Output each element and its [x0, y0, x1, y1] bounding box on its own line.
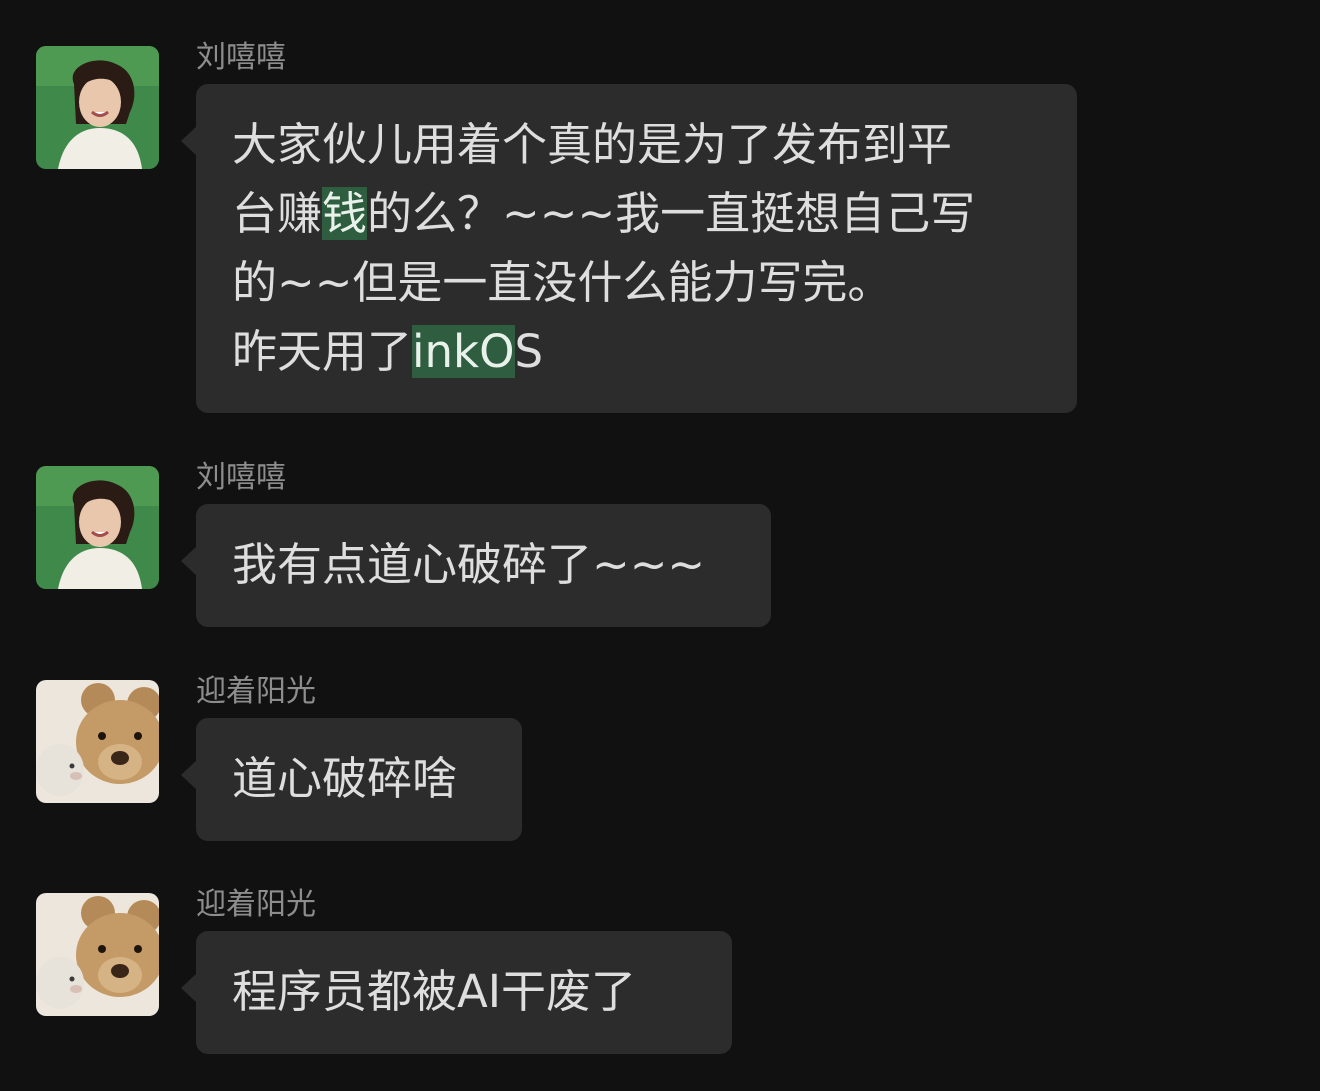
avatar-image: [36, 680, 159, 803]
message-line: 大家伙儿用着个真的是为了发布到平: [232, 110, 1041, 179]
message-text: 程序员都被AI干废了: [232, 965, 637, 1018]
message-text: 昨天用了: [232, 325, 413, 378]
message-text: 的~~但是一直没什么能力写完。: [232, 256, 893, 309]
message-bubble[interactable]: 大家伙儿用着个真的是为了发布到平 台赚钱的么？~~~我一直挺想自己写 的~~但是…: [181, 84, 1077, 413]
message-line: 的~~但是一直没什么能力写完。: [232, 248, 1041, 317]
highlighted-text: 钱: [322, 187, 368, 240]
message-text: 我有点道心破碎了~~~: [232, 538, 706, 591]
message-line: 台赚钱的么？~~~我一直挺想自己写: [232, 179, 1041, 248]
message-line: 程序员都被AI干废了: [232, 957, 696, 1026]
girl-photo-avatar[interactable]: [36, 46, 159, 169]
avatar-image: [36, 46, 159, 169]
message-line: 我有点道心破碎了~~~: [232, 530, 735, 599]
message-line: 昨天用了inkOS: [232, 317, 1041, 386]
highlighted-text: inkO: [412, 325, 515, 378]
sender-name: 迎着阳光: [196, 887, 316, 922]
avatar-image: [36, 893, 159, 1016]
message-text: 道心破碎啥: [232, 752, 458, 805]
message-line: 道心破碎啥: [232, 744, 486, 813]
message-text: 台赚: [232, 187, 323, 240]
girl-photo-avatar[interactable]: [36, 466, 159, 589]
message-text: 的么？~~~我一直挺想自己写: [367, 187, 976, 240]
avatar-image: [36, 466, 159, 589]
teddy-bear-avatar[interactable]: [36, 893, 159, 1016]
message-bubble[interactable]: 程序员都被AI干废了: [181, 931, 732, 1054]
message-text: S: [514, 325, 544, 378]
sender-name: 刘嘻嘻: [196, 460, 286, 495]
sender-name: 刘嘻嘻: [196, 40, 286, 75]
sender-name: 迎着阳光: [196, 674, 316, 709]
message-text: 大家伙儿用着个真的是为了发布到平: [232, 118, 953, 171]
message-bubble[interactable]: 道心破碎啥: [181, 718, 522, 841]
teddy-bear-avatar[interactable]: [36, 680, 159, 803]
message-bubble[interactable]: 我有点道心破碎了~~~: [181, 504, 771, 627]
